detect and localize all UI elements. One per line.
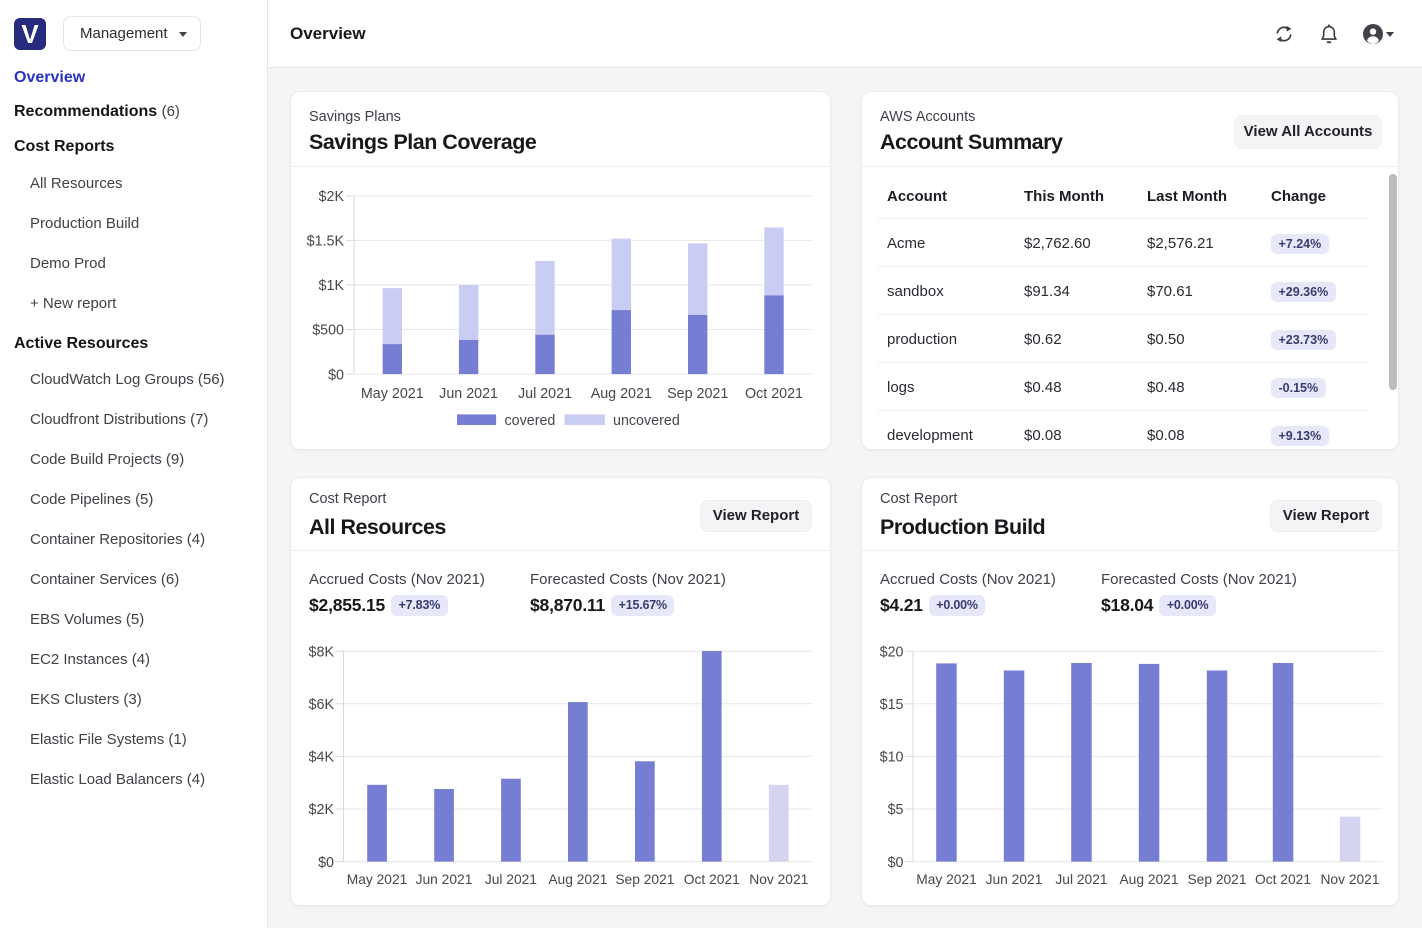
svg-text:Oct 2021: Oct 2021	[1255, 872, 1311, 887]
svg-text:Nov 2021: Nov 2021	[1320, 872, 1379, 887]
svg-text:May 2021: May 2021	[347, 872, 408, 887]
svg-text:Aug 2021: Aug 2021	[1119, 872, 1178, 887]
svg-text:May 2021: May 2021	[361, 386, 424, 402]
svg-text:$1K: $1K	[319, 278, 345, 294]
svg-text:Jun 2021: Jun 2021	[439, 386, 498, 402]
svg-text:Jul 2021: Jul 2021	[518, 386, 572, 402]
svg-text:Jul 2021: Jul 2021	[485, 872, 537, 887]
svg-text:Nov 2021: Nov 2021	[749, 872, 808, 887]
svg-text:$5: $5	[888, 802, 904, 818]
svg-text:$15: $15	[880, 697, 904, 713]
svg-text:Sep 2021: Sep 2021	[1187, 872, 1246, 887]
svg-text:Oct 2021: Oct 2021	[684, 872, 740, 887]
svg-text:$2K: $2K	[319, 189, 345, 205]
svg-text:Sep 2021: Sep 2021	[615, 872, 674, 887]
svg-text:$2K: $2K	[309, 802, 335, 818]
svg-text:$20: $20	[880, 644, 904, 660]
svg-text:$8K: $8K	[309, 644, 335, 660]
svg-text:$10: $10	[880, 750, 904, 766]
svg-text:Jun 2021: Jun 2021	[986, 872, 1043, 887]
svg-text:Jun 2021: Jun 2021	[416, 872, 473, 887]
svg-text:$4K: $4K	[309, 750, 335, 766]
svg-text:Aug 2021: Aug 2021	[548, 872, 607, 887]
svg-text:Sep 2021: Sep 2021	[667, 386, 728, 402]
svg-text:Aug 2021: Aug 2021	[591, 386, 652, 402]
svg-text:$1.5K: $1.5K	[307, 234, 345, 250]
svg-text:May 2021: May 2021	[916, 872, 977, 887]
svg-text:covered: covered	[505, 413, 556, 429]
svg-text:Jul 2021: Jul 2021	[1055, 872, 1107, 887]
svg-text:Oct 2021: Oct 2021	[745, 386, 803, 402]
svg-text:$6K: $6K	[309, 697, 335, 713]
svg-text:$0: $0	[318, 855, 334, 871]
svg-text:$500: $500	[312, 323, 344, 339]
svg-text:$0: $0	[888, 855, 904, 871]
svg-text:uncovered: uncovered	[613, 413, 680, 429]
svg-text:$0: $0	[328, 367, 344, 383]
